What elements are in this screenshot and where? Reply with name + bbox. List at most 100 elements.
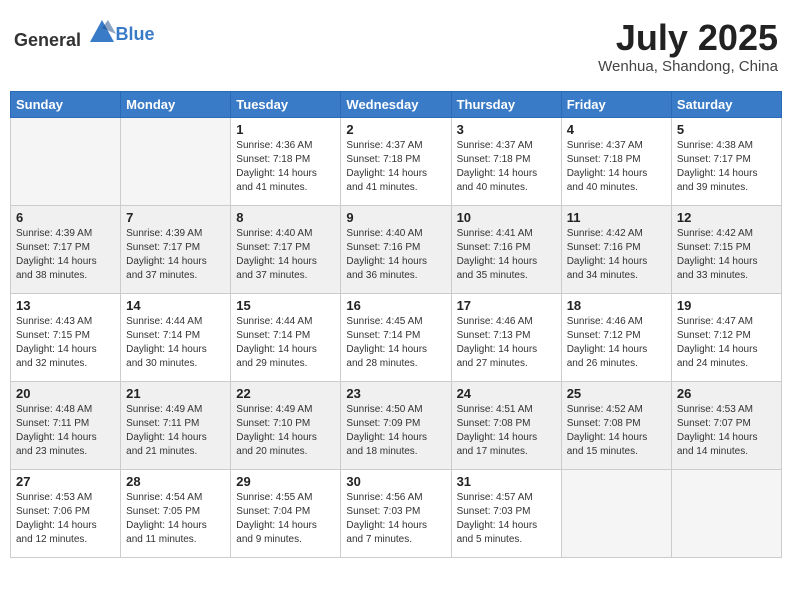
- location-subtitle: Wenhua, Shandong, China: [598, 58, 778, 75]
- day-number: 5: [677, 122, 776, 137]
- cal-cell: 10 Sunrise: 4:41 AMSunset: 7:16 PMDayligh…: [451, 205, 561, 293]
- day-number: 22: [236, 386, 335, 401]
- week-row-1: 1 Sunrise: 4:36 AMSunset: 7:18 PMDaylight…: [11, 117, 782, 205]
- cell-detail: Sunrise: 4:41 AMSunset: 7:16 PMDaylight:…: [457, 227, 556, 283]
- cell-detail: Sunrise: 4:54 AMSunset: 7:05 PMDaylight:…: [126, 491, 225, 547]
- cal-cell: 15Sunrise: 4:44 AMSunset: 7:14 PMDayligh…: [231, 293, 341, 381]
- day-number: 11: [567, 210, 666, 225]
- month-title: July 2025: [598, 18, 778, 58]
- day-number: 18: [567, 298, 666, 313]
- cell-detail: Sunrise: 4:43 AMSunset: 7:15 PMDaylight:…: [16, 315, 115, 371]
- cal-cell: 9Sunrise: 4:40 AMSunset: 7:16 PMDaylight…: [341, 205, 451, 293]
- cell-detail: Sunrise: 4:48 AMSunset: 7:11 PMDaylight:…: [16, 403, 115, 459]
- day-number: 12: [677, 210, 776, 225]
- cal-cell: 27 Sunrise: 4:53 AMSunset: 7:06 PMDayligh…: [11, 469, 121, 557]
- day-number: 25: [567, 386, 666, 401]
- week-row-4: 20 Sunrise: 4:48 AMSunset: 7:11 PMDayligh…: [11, 381, 782, 469]
- cal-cell: 8 Sunrise: 4:40 AMSunset: 7:17 PMDaylight…: [231, 205, 341, 293]
- day-number: 19: [677, 298, 776, 313]
- cal-cell: 30 Sunrise: 4:56 AMSunset: 7:03 PMDayligh…: [341, 469, 451, 557]
- cell-detail: Sunrise: 4:37 AMSunset: 7:18 PMDaylight:…: [457, 139, 556, 195]
- day-number: 23: [346, 386, 445, 401]
- day-header-friday: Friday: [561, 91, 671, 117]
- cell-detail: Sunrise: 4:40 AMSunset: 7:17 PMDaylight:…: [236, 227, 335, 283]
- cell-detail: Sunrise: 4:56 AMSunset: 7:03 PMDaylight:…: [346, 491, 445, 547]
- cell-detail: Sunrise: 4:49 AMSunset: 7:10 PMDaylight:…: [236, 403, 335, 459]
- week-row-5: 27 Sunrise: 4:53 AMSunset: 7:06 PMDayligh…: [11, 469, 782, 557]
- day-number: 4: [567, 122, 666, 137]
- cell-detail: Sunrise: 4:55 AMSunset: 7:04 PMDaylight:…: [236, 491, 335, 547]
- cal-cell: 23Sunrise: 4:50 AMSunset: 7:09 PMDayligh…: [341, 381, 451, 469]
- cal-cell: 14 Sunrise: 4:44 AMSunset: 7:14 PMDayligh…: [121, 293, 231, 381]
- cal-cell: 11 Sunrise: 4:42 AMSunset: 7:16 PMDayligh…: [561, 205, 671, 293]
- days-header-row: SundayMondayTuesdayWednesdayThursdayFrid…: [11, 91, 782, 117]
- cal-cell: 18 Sunrise: 4:46 AMSunset: 7:12 PMDayligh…: [561, 293, 671, 381]
- cell-detail: Sunrise: 4:52 AMSunset: 7:08 PMDaylight:…: [567, 403, 666, 459]
- week-row-2: 6 Sunrise: 4:39 AMSunset: 7:17 PMDaylight…: [11, 205, 782, 293]
- cell-detail: Sunrise: 4:53 AMSunset: 7:07 PMDaylight:…: [677, 403, 776, 459]
- day-number: 30: [346, 474, 445, 489]
- cell-detail: Sunrise: 4:42 AMSunset: 7:16 PMDaylight:…: [567, 227, 666, 283]
- cal-cell: [11, 117, 121, 205]
- title-block: July 2025 Wenhua, Shandong, China: [598, 18, 778, 75]
- day-number: 10: [457, 210, 556, 225]
- day-number: 15: [236, 298, 335, 313]
- day-number: 2: [346, 122, 445, 137]
- cell-detail: Sunrise: 4:47 AMSunset: 7:12 PMDaylight:…: [677, 315, 776, 371]
- day-header-wednesday: Wednesday: [341, 91, 451, 117]
- cell-detail: Sunrise: 4:51 AMSunset: 7:08 PMDaylight:…: [457, 403, 556, 459]
- cal-cell: 24Sunrise: 4:51 AMSunset: 7:08 PMDayligh…: [451, 381, 561, 469]
- logo-icon: [88, 18, 116, 46]
- cal-cell: [121, 117, 231, 205]
- day-number: 26: [677, 386, 776, 401]
- cell-detail: Sunrise: 4:37 AMSunset: 7:18 PMDaylight:…: [567, 139, 666, 195]
- cal-cell: 13 Sunrise: 4:43 AMSunset: 7:15 PMDayligh…: [11, 293, 121, 381]
- day-header-sunday: Sunday: [11, 91, 121, 117]
- cal-cell: 19 Sunrise: 4:47 AMSunset: 7:12 PMDayligh…: [671, 293, 781, 381]
- day-number: 20: [16, 386, 115, 401]
- cal-cell: 4 Sunrise: 4:37 AMSunset: 7:18 PMDaylight…: [561, 117, 671, 205]
- cal-cell: [561, 469, 671, 557]
- cal-cell: 26 Sunrise: 4:53 AMSunset: 7:07 PMDayligh…: [671, 381, 781, 469]
- cell-detail: Sunrise: 4:38 AMSunset: 7:17 PMDaylight:…: [677, 139, 776, 195]
- cal-cell: 21Sunrise: 4:49 AMSunset: 7:11 PMDayligh…: [121, 381, 231, 469]
- day-number: 1: [236, 122, 335, 137]
- day-header-tuesday: Tuesday: [231, 91, 341, 117]
- cell-detail: Sunrise: 4:44 AMSunset: 7:14 PMDaylight:…: [126, 315, 225, 371]
- day-number: 28: [126, 474, 225, 489]
- day-number: 13: [16, 298, 115, 313]
- cal-cell: 3 Sunrise: 4:37 AMSunset: 7:18 PMDaylight…: [451, 117, 561, 205]
- cal-cell: 20 Sunrise: 4:48 AMSunset: 7:11 PMDayligh…: [11, 381, 121, 469]
- logo-general: General: [14, 30, 81, 50]
- day-header-saturday: Saturday: [671, 91, 781, 117]
- day-number: 27: [16, 474, 115, 489]
- cell-detail: Sunrise: 4:45 AMSunset: 7:14 PMDaylight:…: [346, 315, 445, 371]
- cal-cell: 2Sunrise: 4:37 AMSunset: 7:18 PMDaylight…: [341, 117, 451, 205]
- cal-cell: 17Sunrise: 4:46 AMSunset: 7:13 PMDayligh…: [451, 293, 561, 381]
- cell-detail: Sunrise: 4:39 AMSunset: 7:17 PMDaylight:…: [16, 227, 115, 283]
- day-number: 3: [457, 122, 556, 137]
- day-number: 16: [346, 298, 445, 313]
- cell-detail: Sunrise: 4:53 AMSunset: 7:06 PMDaylight:…: [16, 491, 115, 547]
- cell-detail: Sunrise: 4:46 AMSunset: 7:12 PMDaylight:…: [567, 315, 666, 371]
- day-number: 6: [16, 210, 115, 225]
- cal-cell: 31 Sunrise: 4:57 AMSunset: 7:03 PMDayligh…: [451, 469, 561, 557]
- day-header-thursday: Thursday: [451, 91, 561, 117]
- day-number: 31: [457, 474, 556, 489]
- logo-blue: Blue: [116, 24, 155, 44]
- cell-detail: Sunrise: 4:39 AMSunset: 7:17 PMDaylight:…: [126, 227, 225, 283]
- calendar-table: SundayMondayTuesdayWednesdayThursdayFrid…: [10, 91, 782, 558]
- cal-cell: 7 Sunrise: 4:39 AMSunset: 7:17 PMDaylight…: [121, 205, 231, 293]
- day-number: 14: [126, 298, 225, 313]
- day-number: 8: [236, 210, 335, 225]
- cell-detail: Sunrise: 4:46 AMSunset: 7:13 PMDaylight:…: [457, 315, 556, 371]
- cal-cell: 16 Sunrise: 4:45 AMSunset: 7:14 PMDayligh…: [341, 293, 451, 381]
- day-number: 7: [126, 210, 225, 225]
- cell-detail: Sunrise: 4:36 AMSunset: 7:18 PMDaylight:…: [236, 139, 335, 195]
- page-header: General Blue July 2025 Wenhua, Shandong,…: [10, 10, 782, 83]
- cal-cell: 1 Sunrise: 4:36 AMSunset: 7:18 PMDaylight…: [231, 117, 341, 205]
- cell-detail: Sunrise: 4:57 AMSunset: 7:03 PMDaylight:…: [457, 491, 556, 547]
- day-number: 21: [126, 386, 225, 401]
- day-header-monday: Monday: [121, 91, 231, 117]
- cal-cell: 22 Sunrise: 4:49 AMSunset: 7:10 PMDayligh…: [231, 381, 341, 469]
